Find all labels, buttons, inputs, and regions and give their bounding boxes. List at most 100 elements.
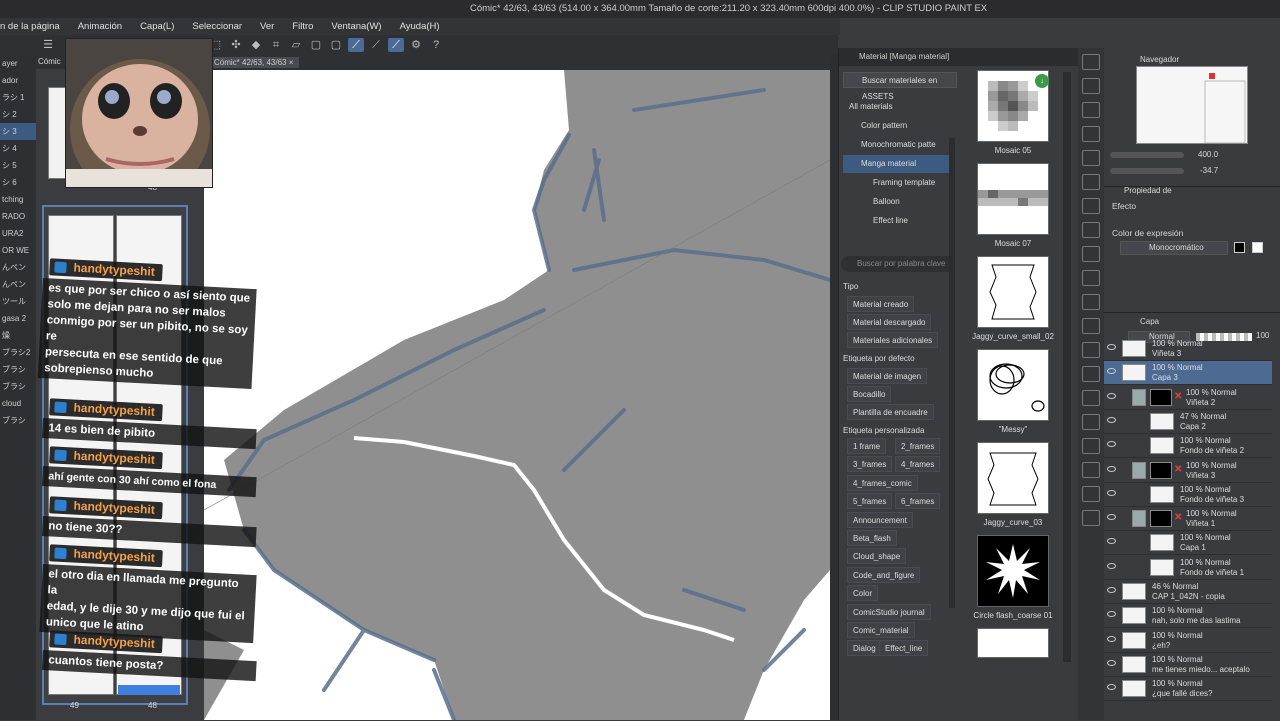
visibility-eye-icon[interactable]	[1107, 611, 1116, 618]
layer-row[interactable]: 47 % Normal Capa 2	[1104, 410, 1272, 434]
tree-all-materials[interactable]: All materials	[843, 98, 953, 116]
layer-row[interactable]: 100 % Normal Fondo de viñeta 2	[1104, 434, 1272, 459]
custom-tag-chip[interactable]: 3_frames	[847, 456, 893, 473]
menu-animation[interactable]: Animación	[69, 21, 131, 32]
snap-special-icon[interactable]: ⟋	[368, 38, 384, 52]
visibility-eye-icon[interactable]	[1107, 416, 1116, 423]
menu-help[interactable]: Ayuda(H)	[391, 21, 449, 32]
expression-color-select[interactable]: Monocromático	[1120, 241, 1228, 255]
visibility-eye-icon[interactable]	[1107, 587, 1116, 593]
custom-tag-chip[interactable]: Cloud_shape	[847, 548, 907, 565]
custom-tag-chip[interactable]: 4_frames_comic	[847, 474, 918, 491]
visibility-eye-icon[interactable]	[1107, 441, 1116, 448]
document-tab[interactable]: Cómic* 42/63, 43/63 ×	[208, 57, 300, 68]
tree-monochromatic[interactable]: Monochromatic patte	[843, 136, 953, 154]
custom-tag-chip[interactable]: Beta_flash	[847, 530, 897, 546]
close-tab-icon[interactable]: ×	[289, 58, 294, 67]
layer-row[interactable]: 100 % Normal ¿eh?	[1104, 629, 1272, 653]
custom-tag-chip[interactable]: 2_frames	[895, 438, 941, 454]
material-thumb-messy[interactable]	[977, 349, 1049, 421]
panel-toggle-icon[interactable]	[1082, 198, 1100, 214]
tree-color-pattern[interactable]: Color pattern	[843, 117, 953, 135]
black-swatch[interactable]	[1234, 242, 1245, 253]
sub-tool-item[interactable]: シ 4	[0, 140, 36, 157]
thumb-scrollbar[interactable]	[1063, 72, 1071, 662]
panel-toggle-icon[interactable]	[1082, 150, 1100, 166]
custom-tag-chip[interactable]: Color	[847, 585, 879, 602]
menu-view[interactable]: Ver	[251, 21, 283, 32]
layer-row[interactable]: 100 % Normal Fondo de viñeta 3	[1104, 483, 1272, 507]
material-thumb-next[interactable]	[977, 628, 1049, 658]
sub-tool-item[interactable]: んペン	[0, 259, 36, 276]
mask-disabled-icon[interactable]: ✕	[1174, 391, 1182, 402]
panel-toggle-icon[interactable]	[1082, 318, 1100, 334]
panel-toggle-icon[interactable]	[1082, 78, 1100, 94]
settings-icon[interactable]: ⚙	[408, 38, 424, 52]
panel-toggle-icon[interactable]	[1082, 54, 1100, 70]
crop-icon[interactable]: ⌗	[268, 38, 284, 52]
layer-row[interactable]: 100 % Normal me tienes miedo... aceptalo	[1104, 653, 1272, 677]
layer-row[interactable]: 100 % Normal Viñeta 3	[1104, 337, 1272, 361]
layer-row[interactable]: 100 % Normal Capa 1	[1104, 531, 1272, 556]
fill-icon[interactable]: ◆	[248, 38, 264, 52]
material-thumb-jaggy02[interactable]	[977, 256, 1049, 328]
sub-tool-item[interactable]: ayer	[0, 55, 36, 72]
ruler-icon[interactable]: ▱	[288, 38, 304, 52]
panel-toggle-icon[interactable]	[1082, 222, 1100, 238]
panel-toggle-icon[interactable]	[1082, 510, 1100, 526]
visibility-eye-icon[interactable]	[1107, 465, 1116, 472]
canvas-scrollbar[interactable]	[830, 55, 838, 720]
default-tag-chip[interactable]: Material de imagen	[847, 368, 928, 384]
sub-tool-item[interactable]: んペン	[0, 276, 36, 293]
custom-tag-chip[interactable]: Announcement	[847, 511, 913, 528]
custom-tag-chip[interactable]: Effect_line	[879, 640, 929, 657]
layer-row[interactable]: ✕ 100 % Normal Viñeta 1	[1104, 507, 1272, 532]
layer-row[interactable]: 46 % Normal CAP 1_042N - copia	[1104, 580, 1272, 604]
panel-toggle-icon[interactable]	[1082, 486, 1100, 502]
panel-toggle-icon[interactable]	[1082, 390, 1100, 406]
custom-tag-chip[interactable]: 1 frame	[847, 438, 887, 454]
help-icon[interactable]: ?	[428, 38, 444, 52]
default-tag-chip[interactable]: Plantilla de encuadre	[847, 404, 934, 420]
snap-ruler-icon[interactable]: ⟋	[348, 38, 364, 52]
sub-tool-item[interactable]: cloud	[0, 395, 36, 412]
sub-tool-item[interactable]: ブラシ	[0, 361, 36, 378]
layer-row[interactable]: ✕ 100 % Normal Viñeta 3	[1104, 459, 1272, 483]
menu-filter[interactable]: Filtro	[283, 21, 322, 32]
panel-toggle-icon[interactable]	[1082, 270, 1100, 286]
tipo-filter-chip[interactable]: Materiales adicionales	[847, 332, 939, 348]
custom-tag-chip[interactable]: Comic_material	[847, 622, 915, 638]
panel-toggle-icon[interactable]	[1082, 342, 1100, 358]
material-thumb-mosaic07[interactable]	[977, 163, 1049, 235]
sub-tool-item[interactable]: ブラシ	[0, 378, 36, 395]
tree-balloon[interactable]: Balloon	[843, 193, 953, 211]
custom-tag-chip[interactable]: 4_frames	[895, 456, 941, 473]
snap-off-icon[interactable]: ▢	[328, 38, 344, 52]
snap-grid-icon[interactable]: ⟋	[388, 38, 404, 52]
menu-layer[interactable]: Capa(L)	[131, 21, 183, 32]
sub-tool-item[interactable]: シ 6	[0, 174, 36, 191]
panel-toggle-icon[interactable]	[1082, 462, 1100, 478]
visibility-eye-icon[interactable]	[1107, 514, 1116, 521]
custom-tag-chip[interactable]: 6_frames	[895, 493, 941, 510]
layer-row[interactable]: ✕ 100 % Normal Viñeta 2	[1104, 386, 1272, 410]
visibility-eye-icon[interactable]	[1107, 392, 1116, 399]
navigator-preview[interactable]	[1136, 66, 1248, 144]
menu-icon[interactable]: ☰	[40, 38, 56, 52]
visibility-eye-icon[interactable]	[1107, 635, 1116, 642]
visibility-eye-icon[interactable]	[1107, 562, 1116, 569]
sub-tool-item[interactable]: ador	[0, 72, 36, 89]
menu-select[interactable]: Seleccionar	[183, 21, 251, 32]
sub-tool-item[interactable]: ブラシ	[0, 412, 36, 429]
panel-toggle-icon[interactable]	[1082, 438, 1100, 454]
sub-tool-item[interactable]: シ 3	[0, 123, 36, 140]
material-thumb-jaggy03[interactable]	[977, 442, 1049, 514]
cloud-download-icon[interactable]: ↓	[1035, 74, 1049, 88]
panel-toggle-icon[interactable]	[1082, 414, 1100, 430]
custom-tag-chip[interactable]: ComicStudio journal	[847, 603, 931, 620]
menu-window[interactable]: Ventana(W)	[322, 21, 390, 32]
tree-framing-template[interactable]: Framing template	[843, 174, 953, 192]
frame-icon[interactable]: ▢	[308, 38, 324, 52]
tag-scrollbar[interactable]	[949, 138, 955, 608]
sub-tool-item[interactable]: シ 5	[0, 157, 36, 174]
